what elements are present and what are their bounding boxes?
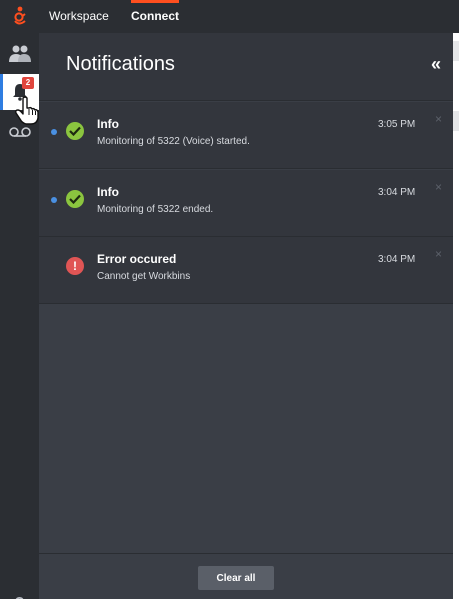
unread-dot-icon — [51, 129, 57, 135]
notification-title: Info — [97, 117, 119, 131]
notification-item[interactable]: ! Error occured Cannot get Workbins 3:04… — [39, 237, 453, 304]
success-check-icon — [66, 190, 84, 208]
top-bar: Workspace Connect — [0, 0, 459, 33]
nav-workspace[interactable]: Workspace — [49, 0, 109, 33]
hand-cursor-icon — [15, 96, 39, 125]
panel-footer: Clear all — [39, 553, 453, 599]
help-label: ? — [15, 595, 25, 599]
notification-message: Monitoring of 5322 (Voice) started. — [97, 136, 250, 147]
notification-title: Info — [97, 185, 119, 199]
dismiss-notification-button[interactable]: × — [435, 112, 442, 126]
nav-connect-label: Connect — [131, 9, 179, 23]
voicemail-icon — [8, 127, 31, 137]
notification-item[interactable]: Info Monitoring of 5322 ended. 3:04 PM × — [39, 170, 453, 237]
dismiss-notification-button[interactable]: × — [435, 247, 442, 261]
background-app-element — [453, 41, 459, 61]
nav-workspace-label: Workspace — [49, 9, 109, 23]
success-check-icon — [66, 122, 84, 140]
collapse-panel-button[interactable]: « — [431, 54, 441, 74]
team-icon — [8, 45, 31, 62]
notification-title: Error occured — [97, 252, 177, 266]
help-button[interactable]: ? — [0, 589, 39, 599]
rail-item-team[interactable] — [0, 36, 39, 72]
dismiss-notification-button[interactable]: × — [435, 180, 442, 194]
nav-connect[interactable]: Connect — [131, 0, 179, 33]
notification-message: Cannot get Workbins — [97, 271, 191, 282]
active-tab-indicator — [131, 0, 179, 3]
unread-dot-icon — [51, 197, 57, 203]
error-icon: ! — [66, 257, 84, 275]
notifications-panel: Notifications « Info Monitoring of 5322 … — [39, 33, 453, 599]
background-app-edge — [453, 33, 459, 599]
notification-time: 3:05 PM — [378, 119, 416, 130]
genesys-logo-icon[interactable] — [10, 6, 30, 28]
background-app-element — [453, 111, 459, 131]
notification-item[interactable]: Info Monitoring of 5322 (Voice) started.… — [39, 102, 453, 169]
panel-header: Notifications « — [39, 33, 453, 101]
notification-time: 3:04 PM — [378, 254, 416, 265]
notification-count-badge: 2 — [22, 77, 34, 89]
clear-all-button[interactable]: Clear all — [198, 566, 274, 590]
panel-title: Notifications — [66, 53, 175, 75]
notification-time: 3:04 PM — [378, 187, 416, 198]
notification-message: Monitoring of 5322 ended. — [97, 204, 214, 215]
